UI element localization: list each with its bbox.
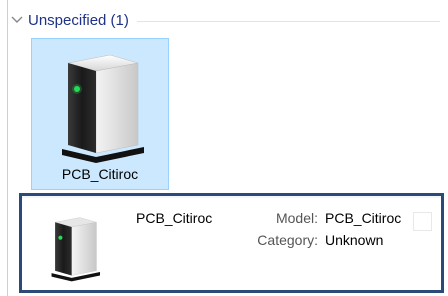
- property-value: Unknown: [325, 232, 384, 248]
- property-label: Category:: [257, 232, 318, 248]
- details-pane: PCB_Citiroc Model: PCB_Citiroc Category:…: [19, 193, 444, 293]
- property-label: Model:: [275, 210, 318, 226]
- left-edge-divider: [7, 0, 8, 296]
- device-tower-icon: [62, 54, 144, 163]
- group-divider: [136, 20, 440, 22]
- details-properties: Model: PCB_Citiroc Category: Unknown: [242, 210, 401, 254]
- details-device-name: PCB_Citiroc: [136, 210, 213, 226]
- group-title: Unspecified (1): [28, 11, 129, 29]
- device-tile[interactable]: PCB_Citiroc: [31, 38, 169, 190]
- chevron-down-icon[interactable]: [10, 13, 24, 27]
- group-header-unspecified[interactable]: Unspecified (1): [10, 8, 440, 32]
- device-tile-label: PCB_Citiroc: [61, 166, 139, 182]
- details-blank-box: [413, 212, 432, 231]
- property-value: PCB_Citiroc: [325, 210, 402, 226]
- property-row-category: Category: Unknown: [242, 232, 401, 254]
- device-tower-icon: [51, 217, 101, 282]
- property-row-model: Model: PCB_Citiroc: [242, 210, 401, 232]
